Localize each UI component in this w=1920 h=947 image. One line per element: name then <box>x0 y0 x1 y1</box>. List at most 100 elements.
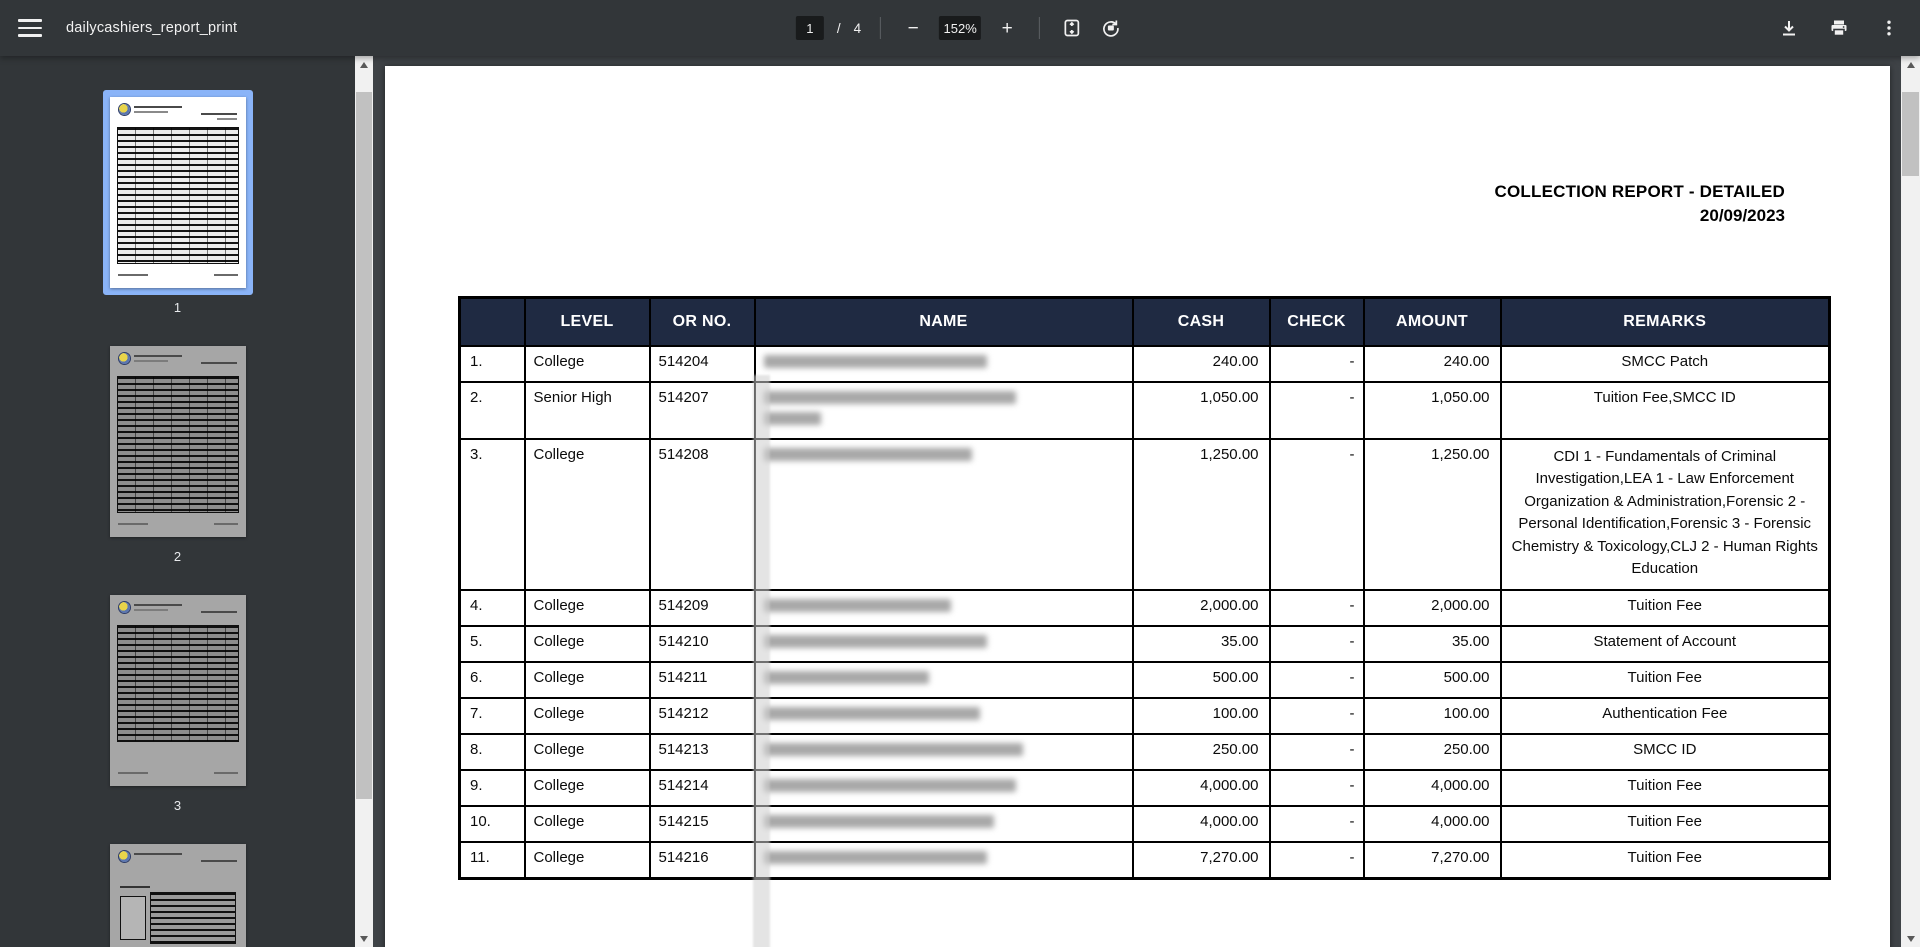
or-number-cell: 514214 <box>648 768 756 807</box>
more-vert-icon[interactable] <box>1876 15 1902 41</box>
document-title: dailycashiers_report_print <box>66 20 238 36</box>
redacted-name-bar <box>763 411 822 425</box>
level-cell: College <box>523 804 651 843</box>
table-row: 3. College 514208 1,250.00 - 1,250.00 CD… <box>458 437 1831 591</box>
table-row: 6. College 514211 500.00 - 500.00 Tuitio… <box>458 660 1831 699</box>
remarks-cell: Tuition Fee <box>1499 660 1831 699</box>
amount-cell: 250.00 <box>1362 732 1502 771</box>
thumbnail-page-2[interactable]: 2 <box>103 339 253 588</box>
level-cell: College <box>523 696 651 735</box>
level-cell: College <box>523 768 651 807</box>
zoom-level[interactable]: 152% <box>939 16 982 40</box>
level-cell: College <box>523 588 651 627</box>
scroll-up-icon[interactable] <box>355 56 373 73</box>
check-cell: - <box>1268 344 1365 383</box>
thumbnail-page-1-preview <box>109 97 246 288</box>
cash-cell: 250.00 <box>1131 732 1271 771</box>
page-separator: / <box>836 20 841 36</box>
zoom-in-button[interactable]: + <box>994 15 1020 41</box>
cash-cell: 4,000.00 <box>1131 768 1271 807</box>
column-header: CHECK <box>1268 296 1365 347</box>
row-number-cell: 2. <box>458 380 526 440</box>
rotate-ccw-icon[interactable] <box>1098 15 1124 41</box>
amount-cell: 100.00 <box>1362 696 1502 735</box>
amount-cell: 500.00 <box>1362 660 1502 699</box>
or-number-cell: 514208 <box>648 437 756 591</box>
remarks-cell: CDI 1 - Fundamentals of Criminal Investi… <box>1499 437 1831 591</box>
cash-cell: 2,000.00 <box>1131 588 1271 627</box>
redacted-name-bar <box>763 447 973 461</box>
main-scrollbar[interactable] <box>1901 56 1920 947</box>
zoom-out-button[interactable]: − <box>900 15 926 41</box>
check-cell: - <box>1268 588 1365 627</box>
thumbnail-page-4[interactable] <box>103 837 253 947</box>
print-icon[interactable] <box>1826 15 1852 41</box>
toolbar-divider <box>1039 17 1041 39</box>
table-row: 8. College 514213 250.00 - 250.00 SMCC I… <box>458 732 1831 771</box>
document-viewport: COLLECTION REPORT - DETAILED 20/09/2023 … <box>373 56 1920 947</box>
or-number-cell: 514213 <box>648 732 756 771</box>
download-icon[interactable] <box>1776 15 1802 41</box>
column-header: LEVEL <box>523 296 651 347</box>
or-number-cell: 514210 <box>648 624 756 663</box>
column-header: OR NO. <box>648 296 756 347</box>
name-cell-redacted <box>753 768 1134 807</box>
row-number-cell: 5. <box>458 624 526 663</box>
row-number-cell: 9. <box>458 768 526 807</box>
pdf-viewer-app: dailycashiers_report_print / 4 − 152% + <box>0 0 1920 947</box>
table-row: 4. College 514209 2,000.00 - 2,000.00 Tu… <box>458 588 1831 627</box>
main-scrollbar-thumb[interactable] <box>1902 92 1919 176</box>
cash-cell: 35.00 <box>1131 624 1271 663</box>
sidebar-scrollbar-thumb[interactable] <box>356 92 372 799</box>
fit-page-icon[interactable] <box>1059 15 1085 41</box>
scroll-down-icon[interactable] <box>1901 930 1920 947</box>
scroll-down-icon[interactable] <box>355 930 373 947</box>
row-number-cell: 8. <box>458 732 526 771</box>
column-header: CASH <box>1131 296 1271 347</box>
row-number-cell: 10. <box>458 804 526 843</box>
check-cell: - <box>1268 768 1365 807</box>
page-number-input[interactable] <box>795 16 824 40</box>
redacted-name-bar <box>763 354 987 368</box>
collection-report-table: LEVEL OR NO. NAME CASH CHECK AMOUNT REMARKS 1.… <box>458 296 1831 880</box>
table-row: 1. College 514204 240.00 - 240.00 SMCC P… <box>458 344 1831 383</box>
remarks-cell: Tuition Fee <box>1499 588 1831 627</box>
name-cell-redacted <box>753 840 1134 879</box>
name-cell-redacted <box>753 804 1134 843</box>
level-cell: College <box>523 624 651 663</box>
cash-cell: 1,050.00 <box>1131 380 1271 440</box>
name-cell-redacted <box>753 437 1134 591</box>
thumbnail-sidebar: 1 2 3 <box>0 56 373 947</box>
level-cell: Senior High <box>523 380 651 440</box>
thumbnail-label: 3 <box>173 798 182 813</box>
or-number-cell: 514204 <box>648 344 756 383</box>
level-cell: College <box>523 840 651 879</box>
amount-cell: 4,000.00 <box>1362 768 1502 807</box>
menu-icon[interactable] <box>18 19 42 37</box>
thumbnail-label: 1 <box>173 300 182 315</box>
check-cell: - <box>1268 840 1365 879</box>
check-cell: - <box>1268 732 1365 771</box>
cash-cell: 500.00 <box>1131 660 1271 699</box>
remarks-cell: SMCC Patch <box>1499 344 1831 383</box>
redacted-name-bar <box>763 742 1023 756</box>
thumbnail-page-3[interactable]: 3 <box>103 588 253 837</box>
report-title: COLLECTION REPORT - DETAILED <box>1494 182 1785 201</box>
amount-cell: 1,250.00 <box>1362 437 1502 591</box>
remarks-cell: SMCC ID <box>1499 732 1831 771</box>
row-number-cell: 6. <box>458 660 526 699</box>
check-cell: - <box>1268 660 1365 699</box>
scroll-up-icon[interactable] <box>1901 56 1920 73</box>
sidebar-scrollbar[interactable] <box>355 56 373 947</box>
thumbnail-page-1[interactable]: 1 <box>102 90 253 339</box>
name-cell-redacted <box>753 732 1134 771</box>
thumbnail-page-3-preview <box>109 595 246 786</box>
table-row: 11. College 514216 7,270.00 - 7,270.00 T… <box>458 840 1831 879</box>
row-number-cell: 3. <box>458 437 526 591</box>
school-logo-icon <box>118 602 130 613</box>
remarks-cell: Authentication Fee <box>1499 696 1831 735</box>
remarks-cell: Tuition Fee <box>1499 768 1831 807</box>
check-cell: - <box>1268 624 1365 663</box>
redacted-name-bar <box>763 814 994 828</box>
column-header <box>458 296 526 347</box>
